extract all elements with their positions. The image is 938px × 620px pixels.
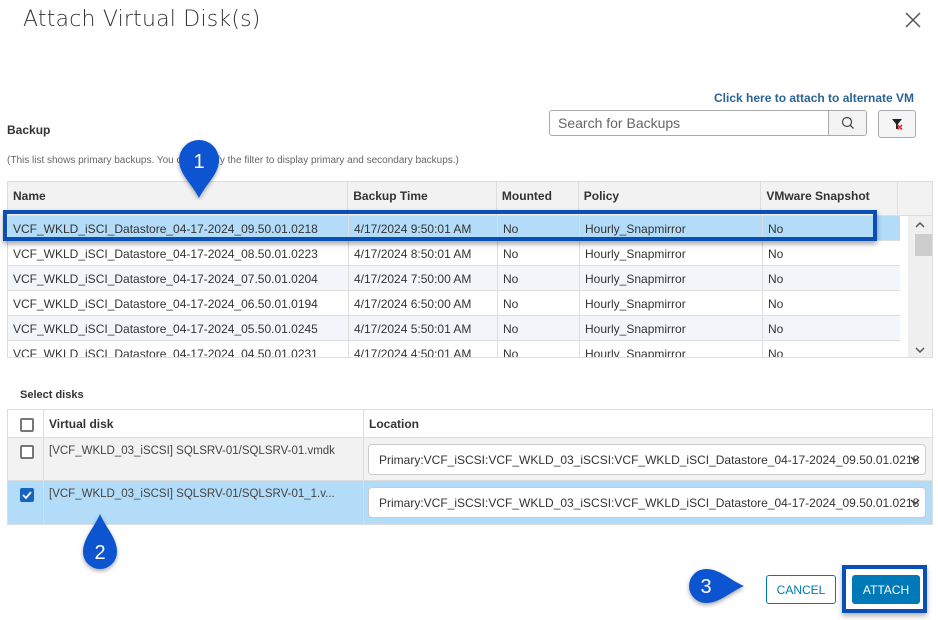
cell-vmware-snapshot: No [768, 272, 784, 286]
cell-location: Primary:VCF_iSCSI:VCF_WKLD_03_iSCSI:VCF_… [364, 438, 932, 480]
filter-clear-icon [892, 119, 903, 130]
cell-backup-time: 4/17/2024 4:50:01 AM [349, 341, 498, 357]
scrollbar-thumb[interactable] [915, 234, 932, 256]
cell-policy: Hourly_Snapmirror [580, 266, 763, 290]
cell-name: VCF_WKLD_iSCI_Datastore_04-17-2024_06.50… [8, 291, 349, 315]
disk-checkbox[interactable] [20, 445, 34, 459]
select-disks-label: Select disks [20, 389, 84, 401]
column-header-virtual-disk: Virtual disk [44, 410, 364, 437]
chevron-up-icon [915, 222, 925, 228]
search-icon [841, 116, 854, 129]
cell-vmware-snapshot: No [768, 222, 784, 236]
cell-name: VCF_WKLD_iSCI_Datastore_04-17-2024_09.50… [8, 216, 349, 240]
cell-vmware-snapshot: No [768, 322, 784, 336]
search-button[interactable] [828, 111, 866, 135]
attach-alternate-vm-link[interactable]: Click here to attach to alternate VM [714, 91, 914, 105]
cell-vmware-snapshot: No [768, 297, 784, 311]
cell-mounted: No [498, 341, 580, 357]
cell-policy: Hourly_Snapmirror [580, 291, 763, 315]
cell-backup-time: 4/17/2024 9:50:01 AM [349, 216, 498, 240]
search-box [549, 110, 867, 136]
select-all-checkbox[interactable] [20, 418, 34, 432]
cell-mounted: No [498, 316, 580, 340]
cell-location: Primary:VCF_iSCSI:VCF_WKLD_03_iSCSI:VCF_… [364, 481, 932, 524]
select-all-cell [8, 410, 44, 437]
table-row[interactable]: VCF_WKLD_iSCI_Datastore_04-17-2024_04.50… [8, 341, 900, 358]
cell-vmware-snapshot: No [768, 347, 784, 358]
cancel-button[interactable]: CANCEL [766, 575, 836, 604]
disk-row[interactable]: [VCF_WKLD_03_iSCSI] SQLSRV-01/SQLSRV-01_… [8, 481, 932, 524]
cell-policy: Hourly_Snapmirror [580, 241, 763, 265]
cell-name: VCF_WKLD_iSCI_Datastore_04-17-2024_07.50… [8, 266, 349, 290]
clear-filter-button[interactable] [878, 110, 916, 138]
checkmark-icon [22, 491, 32, 499]
column-header-backup-time[interactable]: Backup Time [348, 182, 497, 215]
cell-mounted: No [498, 216, 580, 240]
checkbox-cell [8, 438, 44, 480]
cell-backup-time: 4/17/2024 5:50:01 AM [349, 316, 498, 340]
dialog-title: Attach Virtual Disk(s) [23, 7, 261, 32]
location-select-value: Primary:VCF_iSCSI:VCF_WKLD_03_iSCSI:VCF_… [379, 453, 920, 467]
backup-section-label: Backup [7, 123, 51, 137]
disk-checkbox[interactable] [20, 488, 34, 502]
cell-name: VCF_WKLD_iSCI_Datastore_04-17-2024_05.50… [8, 316, 349, 340]
table-row[interactable]: VCF_WKLD_iSCI_Datastore_04-17-2024_05.50… [8, 316, 900, 341]
scroll-down-button[interactable] [908, 343, 932, 357]
callout-3-marker: 3 [689, 569, 744, 603]
callout-3-label: 3 [700, 576, 711, 598]
table-row[interactable]: VCF_WKLD_iSCI_Datastore_04-17-2024_08.50… [8, 241, 900, 266]
location-select[interactable]: Primary:VCF_iSCSI:VCF_WKLD_03_iSCSI:VCF_… [368, 487, 926, 518]
cell-policy: Hourly_Snapmirror [580, 341, 763, 357]
disks-table-header: Virtual disk Location [8, 410, 932, 438]
scroll-up-button[interactable] [908, 218, 932, 232]
column-header-policy[interactable]: Policy [579, 182, 762, 215]
cell-backup-time: 4/17/2024 7:50:00 AM [349, 266, 498, 290]
table-row[interactable]: VCF_WKLD_iSCI_Datastore_04-17-2024_07.50… [8, 266, 900, 291]
column-header-spacer [898, 182, 932, 215]
callout-2-label: 2 [94, 542, 105, 564]
location-select[interactable]: Primary:VCF_iSCSI:VCF_WKLD_03_iSCSI:VCF_… [368, 444, 926, 475]
attach-button[interactable]: ATTACH [852, 575, 920, 604]
cell-virtual-disk: [VCF_WKLD_03_iSCSI] SQLSRV-01/SQLSRV-01.… [44, 438, 364, 480]
cell-vmware-snapshot: No [768, 247, 784, 261]
backup-hint-text: (This list shows primary backups. You ca… [7, 155, 459, 166]
backups-table-header: Name Backup Time Mounted Policy VMware S… [8, 182, 932, 216]
cell-name: VCF_WKLD_iSCI_Datastore_04-17-2024_08.50… [8, 241, 349, 265]
cell-virtual-disk: [VCF_WKLD_03_iSCSI] SQLSRV-01/SQLSRV-01_… [44, 481, 364, 524]
cell-name: VCF_WKLD_iSCI_Datastore_04-17-2024_04.50… [8, 341, 349, 357]
table-row[interactable]: VCF_WKLD_iSCI_Datastore_04-17-2024_06.50… [8, 291, 900, 316]
cell-policy: Hourly_Snapmirror [580, 316, 763, 340]
location-select-value: Primary:VCF_iSCSI:VCF_WKLD_03_iSCSI:VCF_… [379, 496, 920, 510]
table-row[interactable]: VCF_WKLD_iSCI_Datastore_04-17-2024_09.50… [8, 216, 900, 241]
backups-table-body: VCF_WKLD_iSCI_Datastore_04-17-2024_09.50… [8, 216, 932, 358]
column-header-mounted[interactable]: Mounted [497, 182, 579, 215]
disks-table: Virtual disk Location [VCF_WKLD_03_iSCSI… [7, 409, 933, 525]
cell-mounted: No [498, 266, 580, 290]
checkbox-cell [8, 481, 44, 524]
close-icon[interactable] [903, 10, 923, 30]
chevron-down-icon [915, 347, 925, 353]
close-button[interactable] [903, 10, 923, 30]
cell-mounted: No [498, 241, 580, 265]
backups-table: Name Backup Time Mounted Policy VMware S… [7, 181, 933, 358]
column-header-vmware-snapshot[interactable]: VMware Snapshot [761, 182, 899, 215]
chevron-down-icon [910, 499, 920, 505]
column-header-name[interactable]: Name [8, 182, 349, 215]
cell-backup-time: 4/17/2024 8:50:01 AM [349, 241, 498, 265]
disk-row[interactable]: [VCF_WKLD_03_iSCSI] SQLSRV-01/SQLSRV-01.… [8, 438, 932, 481]
cell-policy: Hourly_Snapmirror [580, 216, 763, 240]
vertical-scrollbar[interactable] [908, 216, 932, 357]
cell-backup-time: 4/17/2024 6:50:00 AM [349, 291, 498, 315]
column-header-location: Location [369, 417, 419, 431]
search-input[interactable] [550, 111, 828, 135]
chevron-down-icon [910, 456, 920, 462]
cell-mounted: No [498, 291, 580, 315]
